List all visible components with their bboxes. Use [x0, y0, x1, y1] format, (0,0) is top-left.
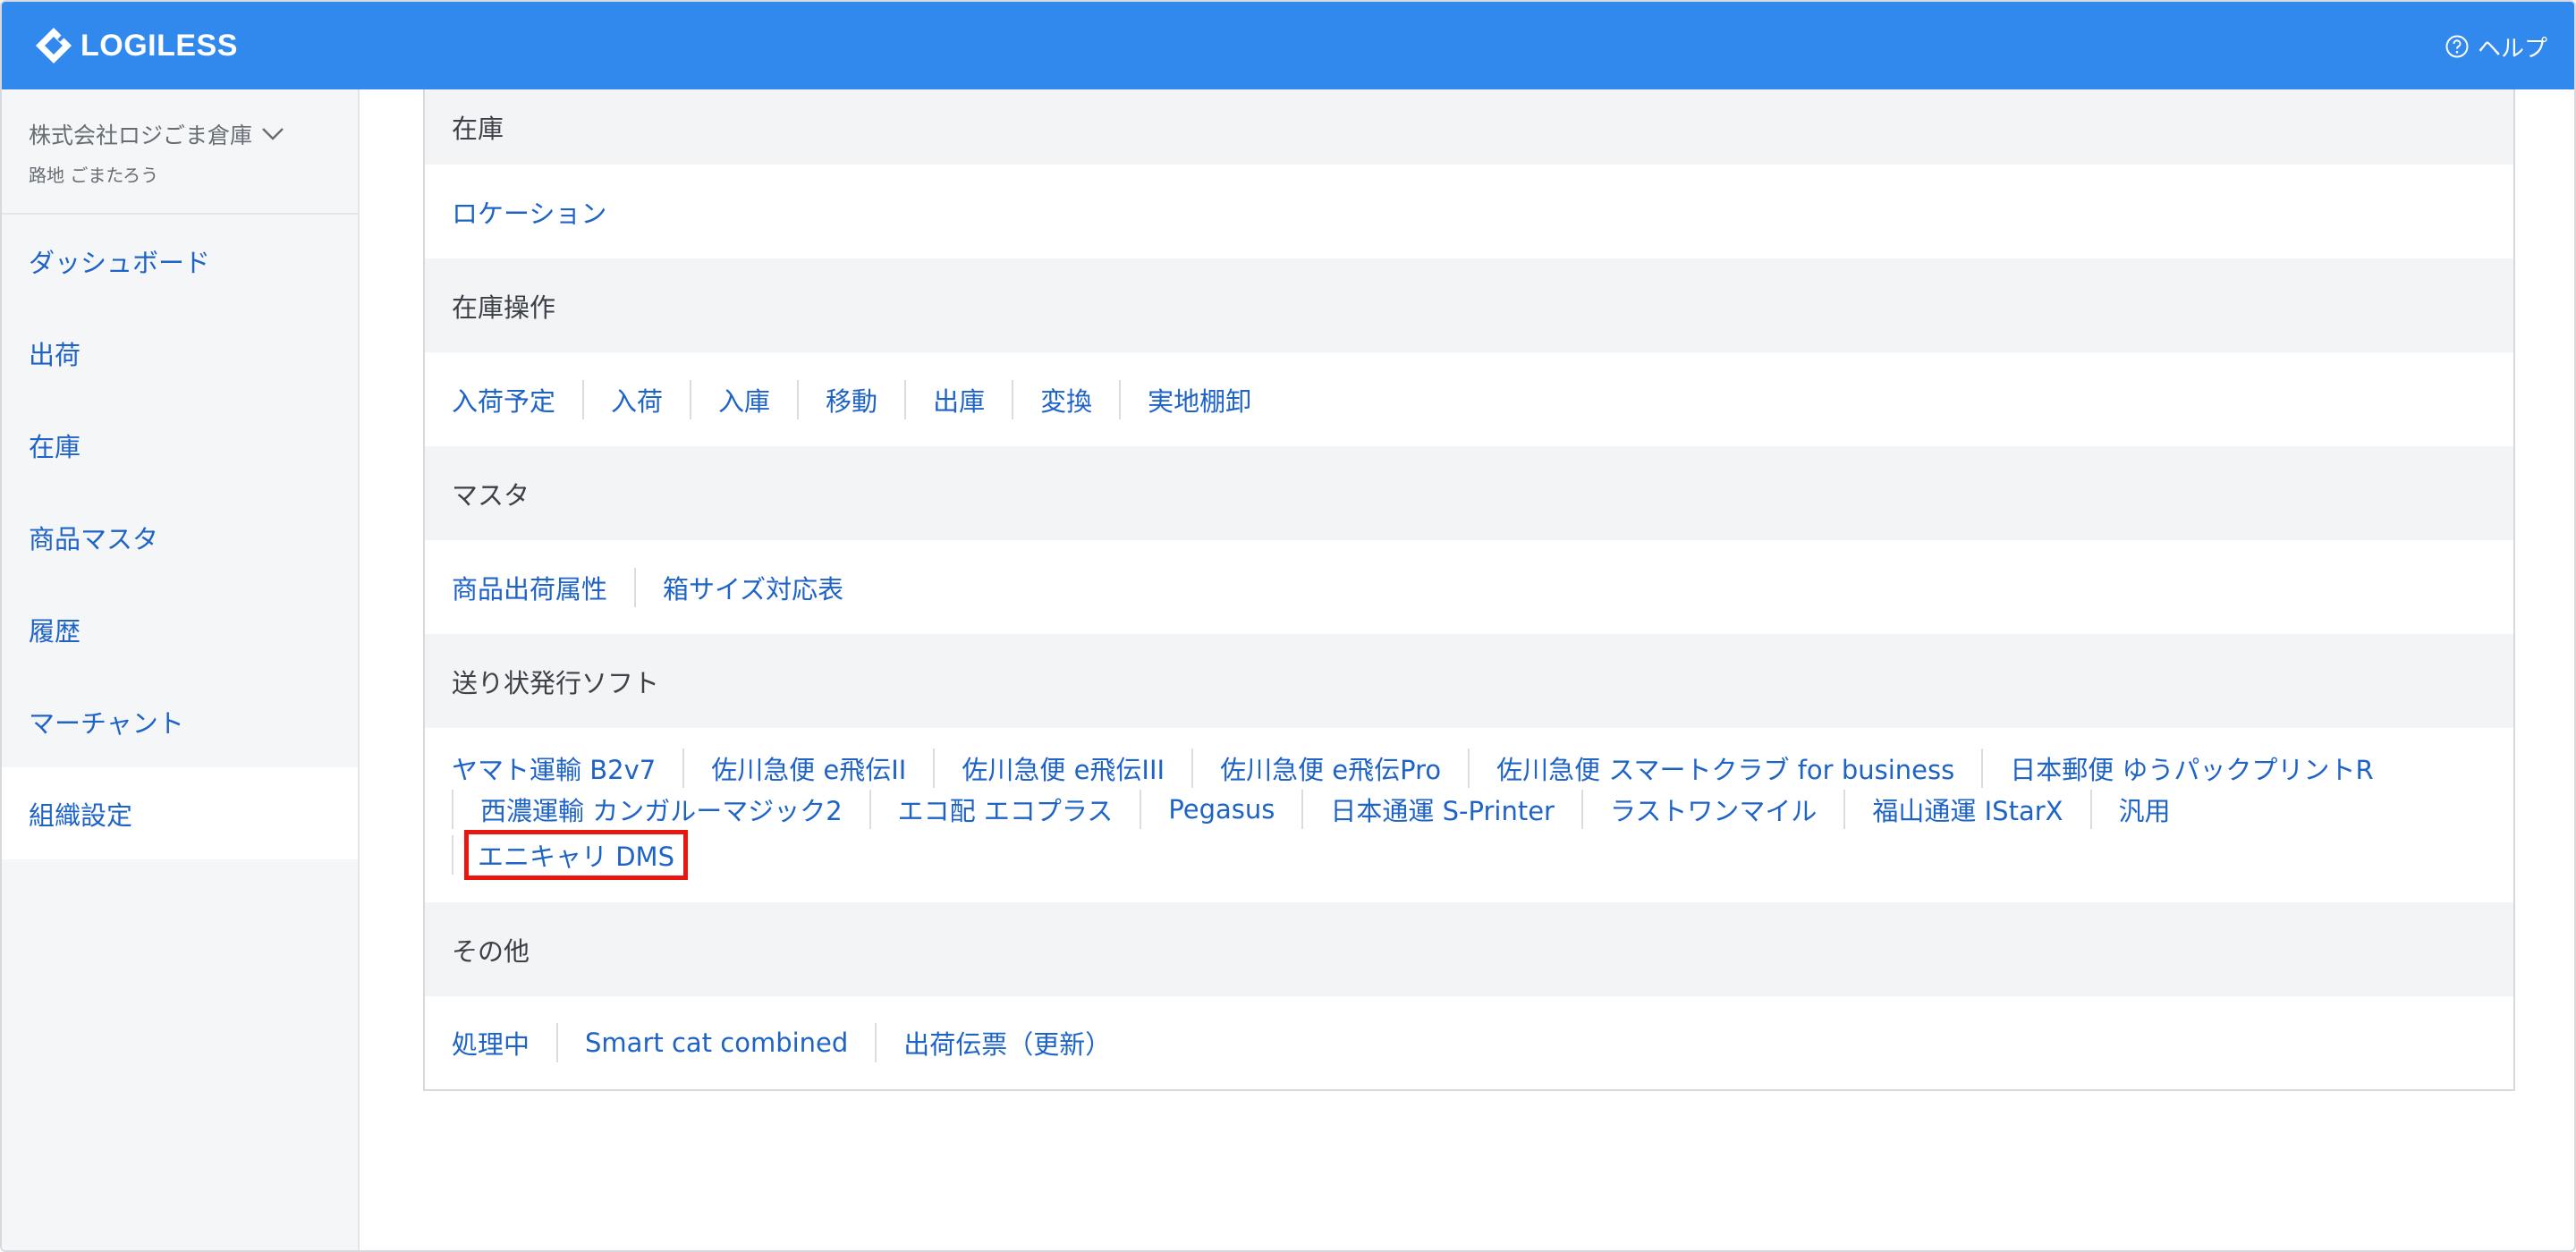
divider: [1580, 790, 1583, 829]
divider: [582, 379, 585, 419]
divider: [1012, 379, 1014, 419]
sidebar-item-history[interactable]: 履歴: [2, 583, 358, 675]
label-software-links: ヤマト運輸 B2v7 佐川急便 e飛伝II 佐川急便 e飛伝III 佐川急便 e…: [425, 728, 2513, 902]
divider: [797, 379, 800, 419]
sidebar-item-org-settings[interactable]: 組織設定: [2, 767, 358, 859]
link-arrival[interactable]: 入荷: [611, 381, 663, 419]
section-title-inventory-ops: 在庫操作: [425, 258, 2513, 352]
label-software-row-2: 西濃運輸 カンガルーマジック2 エコ配 エコプラス Pegasus 日本通運 S…: [452, 789, 2171, 830]
divider: [556, 1023, 559, 1062]
link-move[interactable]: 移動: [826, 381, 877, 419]
org-name: 株式会社ロジごま倉庫: [29, 123, 253, 148]
sidebar-item-dashboard[interactable]: ダッシュボード: [2, 215, 358, 307]
app-window: LOGILESS ヘルプ 株式会社ロジごま倉庫 路地 ごまたろう ダッシュボード…: [0, 0, 2576, 1252]
link-processing[interactable]: 処理中: [452, 1024, 530, 1062]
logo[interactable]: LOGILESS: [34, 25, 238, 66]
divider: [690, 379, 692, 419]
divider: [869, 790, 871, 829]
divider: [875, 1023, 877, 1062]
link-nittsu-s-printer[interactable]: 日本通運 S-Printer: [1330, 791, 1555, 828]
logiless-logo-icon: [36, 28, 72, 63]
link-convert[interactable]: 変換: [1040, 381, 1092, 419]
link-fukuyama-istarx[interactable]: 福山通運 IStarX: [1872, 791, 2063, 828]
link-sagawa-smartclub[interactable]: 佐川急便 スマートクラブ for business: [1496, 749, 1954, 787]
divider: [933, 749, 936, 788]
link-location[interactable]: ロケーション: [452, 193, 606, 231]
divider: [1468, 749, 1470, 788]
link-stock-out[interactable]: 出庫: [933, 381, 985, 419]
sidebar-item-merchant[interactable]: マーチャント: [2, 675, 358, 767]
link-product-shipping-attributes[interactable]: 商品出荷属性: [452, 569, 607, 606]
inventory-ops-links: 入荷予定 入荷 入庫 移動 出庫 変換 実地棚卸: [425, 352, 2513, 446]
brand-name: LOGILESS: [80, 28, 238, 63]
link-seino-kangaroo-magic[interactable]: 西濃運輸 カンガルーマジック2: [480, 791, 843, 828]
help-label: ヘルプ: [2477, 35, 2547, 63]
sidebar-item-shipping[interactable]: 出荷: [2, 307, 358, 399]
help-circle-icon: [2445, 35, 2469, 58]
link-last-one-mile[interactable]: ラストワンマイル: [1610, 791, 1817, 828]
divider: [1191, 749, 1194, 788]
link-box-size-table[interactable]: 箱サイズ対応表: [663, 569, 843, 606]
master-links: 商品出荷属性 箱サイズ対応表: [425, 540, 2513, 634]
divider: [904, 379, 907, 419]
divider: [452, 835, 453, 875]
other-links: 処理中 Smart cat combined 出荷伝票（更新）: [425, 996, 2513, 1089]
sidebar: 株式会社ロジごま倉庫 路地 ごまたろう ダッシュボード 出荷 在庫 商品マスタ …: [2, 89, 360, 1250]
link-smart-cat-combined[interactable]: Smart cat combined: [585, 1028, 848, 1058]
link-sagawa-ehiden-3[interactable]: 佐川急便 e飛伝III: [962, 749, 1165, 787]
divider: [1140, 790, 1142, 829]
divider: [1843, 790, 1846, 829]
divider: [1301, 790, 1304, 829]
link-stock-in[interactable]: 入庫: [718, 381, 770, 419]
link-pegasus[interactable]: Pegasus: [1168, 794, 1275, 825]
link-shipping-slip-update[interactable]: 出荷伝票（更新）: [903, 1024, 1111, 1062]
divider: [634, 567, 637, 607]
divider: [2089, 790, 2092, 829]
link-yamato-b2v7[interactable]: ヤマト運輸 B2v7: [452, 749, 656, 787]
label-software-row-3: エニキャリ DMS: [452, 826, 688, 884]
user-name: 路地 ごまたろう: [29, 165, 159, 186]
org-switcher: 株式会社ロジごま倉庫 路地 ごまたろう: [2, 89, 358, 215]
org-dropdown[interactable]: 株式会社ロジごま倉庫: [29, 118, 284, 150]
link-ecohai-ecoplus[interactable]: エコ配 エコプラス: [898, 791, 1114, 828]
sidebar-item-product-master[interactable]: 商品マスタ: [2, 491, 358, 583]
section-title-other: その他: [425, 902, 2513, 996]
section-title-inventory: 在庫: [425, 89, 2513, 165]
section-title-label-software: 送り状発行ソフト: [425, 634, 2513, 728]
section-title-master: マスタ: [425, 446, 2513, 540]
inventory-links: ロケーション: [425, 165, 2513, 258]
link-generic[interactable]: 汎用: [2119, 791, 2171, 828]
link-japanpost-yupack-print[interactable]: 日本郵便 ゆうパックプリントR: [2010, 749, 2373, 787]
help-link[interactable]: ヘルプ: [2445, 29, 2547, 64]
link-arrival-schedule[interactable]: 入荷予定: [452, 381, 555, 419]
divider: [1119, 379, 1122, 419]
settings-panel: 在庫 ロケーション 在庫操作 入荷予定 入荷 入庫 移動 出庫 変換 実地棚卸 …: [423, 89, 2515, 1091]
sidebar-item-inventory[interactable]: 在庫: [2, 399, 358, 491]
divider: [452, 790, 453, 829]
link-sagawa-ehiden-2[interactable]: 佐川急便 e飛伝II: [711, 749, 906, 787]
divider: [682, 749, 685, 788]
label-software-row-1: ヤマト運輸 B2v7 佐川急便 e飛伝II 佐川急便 e飛伝III 佐川急便 e…: [452, 748, 2374, 789]
link-stocktake[interactable]: 実地棚卸: [1148, 381, 1251, 419]
chevron-down-icon: [262, 128, 284, 140]
top-header: LOGILESS ヘルプ: [2, 2, 2574, 89]
sidebar-nav: ダッシュボード 出荷 在庫 商品マスタ 履歴 マーチャント 組織設定: [2, 215, 358, 859]
link-anycarry-dms[interactable]: エニキャリ DMS: [464, 830, 688, 880]
link-sagawa-ehiden-pro[interactable]: 佐川急便 e飛伝Pro: [1220, 749, 1441, 787]
divider: [1981, 749, 1984, 788]
